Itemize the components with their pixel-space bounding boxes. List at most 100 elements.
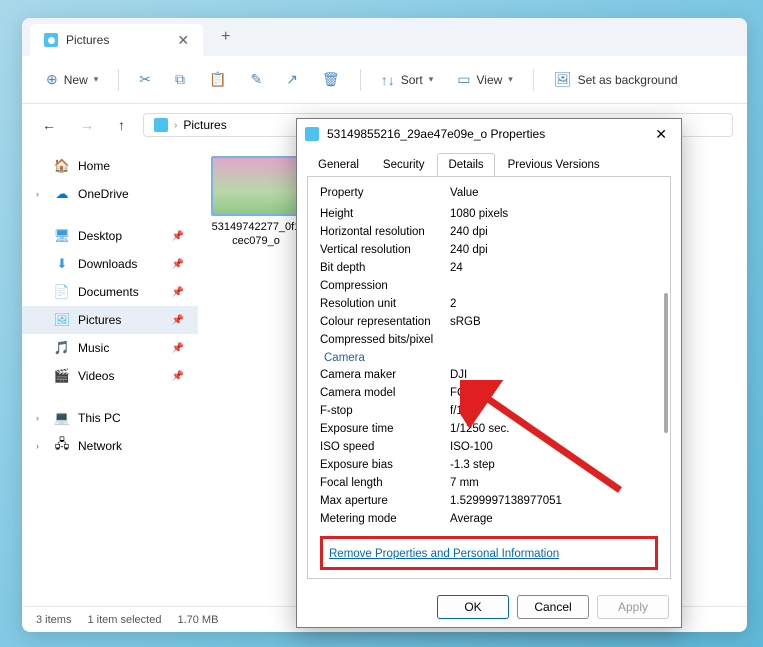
property-row[interactable]: Compressed bits/pixel [320,331,658,349]
share-button[interactable]: ↗ [276,65,308,94]
tab-pictures[interactable]: Pictures ✕ [30,24,203,56]
sidebar-item-network[interactable]: › 🖧 Network [22,432,198,460]
pin-icon: 📌 [172,287,184,298]
property-row[interactable]: F-stopf/1.7 [320,402,658,420]
property-row[interactable]: Compression [320,277,658,295]
back-button[interactable]: ← [36,113,62,137]
tab-general[interactable]: General [307,153,370,177]
paste-icon: 📋 [209,71,226,88]
dialog-titlebar[interactable]: 53149855216_29ae47e09e_o Properties ✕ [297,119,681,149]
tab-bar: Pictures ✕ + [22,18,747,56]
file-name: 53149742277_0f1cec079_o [208,220,304,249]
property-row[interactable]: Camera makerDJI [320,366,658,384]
property-value: 1.5299997138977051 [450,492,658,510]
share-icon: ↗ [286,71,298,88]
copy-icon: ⧉ [175,71,185,88]
property-name: Metering mode [320,510,450,528]
property-value: Average [450,510,658,528]
set-bg-label: Set as background [578,73,678,87]
sidebar-item-pictures[interactable]: 🖼 Pictures 📌 [22,306,198,334]
pictures-icon [154,118,168,132]
property-row[interactable]: Exposure bias-1.3 step [320,456,658,474]
sidebar-item-label: Music [78,341,109,355]
property-value [450,331,658,349]
tab-security[interactable]: Security [372,153,436,177]
set-background-button[interactable]: 🖼 Set as background [544,65,688,94]
property-row[interactable]: Metering modeAverage [320,510,658,528]
property-row[interactable]: Camera modelFC3582 [320,384,658,402]
pin-icon: 📌 [172,231,184,242]
rename-button[interactable]: ✎ [240,65,272,94]
sidebar-item-videos[interactable]: 🎬 Videos 📌 [22,362,198,390]
close-button[interactable]: ✕ [649,124,673,145]
property-row[interactable]: Resolution unit2 [320,295,658,313]
view-label: View [476,73,502,87]
onedrive-icon: ☁ [54,186,70,202]
sort-button[interactable]: ↑↓ Sort ▾ [371,66,444,94]
scrollbar[interactable] [664,293,668,433]
property-row[interactable]: Exposure time1/1250 sec. [320,420,658,438]
property-value: f/1.7 [450,402,658,420]
new-button[interactable]: ⊕ New ▾ [36,65,108,94]
chevron-down-icon: ▾ [508,74,513,85]
property-row[interactable]: Height1080 pixels [320,205,658,223]
property-name: Compression [320,277,450,295]
breadcrumb-location: Pictures [183,118,226,132]
property-row[interactable]: ISO speedISO-100 [320,438,658,456]
property-row[interactable]: Horizontal resolution240 dpi [320,223,658,241]
property-row[interactable]: Max aperture1.5299997138977051 [320,492,658,510]
property-name: Bit depth [320,259,450,277]
sidebar-item-thispc[interactable]: › 💻 This PC [22,404,198,432]
property-value [450,277,658,295]
new-label: New [64,73,88,87]
cut-button[interactable]: ✂ [129,65,161,94]
property-name: Exposure bias [320,456,450,474]
toolbar: ⊕ New ▾ ✂ ⧉ 📋 ✎ ↗ 🗑 ↑↓ Sort ▾ ▭ View ▾ 🖼… [22,56,747,104]
property-value: FC3582 [450,384,658,402]
file-item[interactable]: 53149742277_0f1cec079_o [208,156,304,249]
sidebar-item-label: Pictures [78,313,121,327]
property-list[interactable]: Height1080 pixelsHorizontal resolution24… [308,205,670,528]
close-tab-icon[interactable]: ✕ [177,32,189,49]
sidebar-item-onedrive[interactable]: › ☁ OneDrive [22,180,198,208]
section-camera: Camera [320,349,658,366]
chevron-right-icon: › [174,120,177,131]
sidebar-item-desktop[interactable]: 🖥 Desktop 📌 [22,222,198,250]
property-name: Max aperture [320,492,450,510]
delete-button[interactable]: 🗑 [312,65,350,94]
apply-button[interactable]: Apply [597,595,669,619]
view-button[interactable]: ▭ View ▾ [447,65,523,94]
property-row[interactable]: Focal length7 mm [320,474,658,492]
sidebar-item-documents[interactable]: 📄 Documents 📌 [22,278,198,306]
property-name: Focal length [320,474,450,492]
up-button[interactable]: ↑ [112,113,131,137]
property-name: ISO speed [320,438,450,456]
paste-button[interactable]: 📋 [199,65,236,94]
copy-button[interactable]: ⧉ [165,65,195,94]
file-thumbnail [211,156,301,216]
sidebar-item-music[interactable]: 🎵 Music 📌 [22,334,198,362]
sidebar-item-home[interactable]: 🏠 Home [22,152,198,180]
cancel-button[interactable]: Cancel [517,595,589,619]
property-row[interactable]: Bit depth24 [320,259,658,277]
property-name: Colour representation [320,313,450,331]
home-icon: 🏠 [54,158,70,174]
forward-button[interactable]: → [74,113,100,137]
sidebar-item-label: Home [78,159,110,173]
new-tab-button[interactable]: + [221,28,230,46]
ok-button[interactable]: OK [437,595,509,619]
thispc-icon: 💻 [54,410,70,426]
property-row[interactable]: Vertical resolution240 dpi [320,241,658,259]
header-property: Property [320,187,450,199]
rename-icon: ✎ [250,71,262,88]
tab-details[interactable]: Details [437,153,494,177]
property-value: 2 [450,295,658,313]
tab-previous-versions[interactable]: Previous Versions [497,153,611,177]
sidebar-item-label: Videos [78,369,114,383]
remove-properties-link[interactable]: Remove Properties and Personal Informati… [329,548,559,560]
sidebar-item-downloads[interactable]: ⬇ Downloads 📌 [22,250,198,278]
property-value: sRGB [450,313,658,331]
dialog-buttons: OK Cancel Apply [297,585,681,629]
property-row[interactable]: Colour representationsRGB [320,313,658,331]
property-name: Exposure time [320,420,450,438]
